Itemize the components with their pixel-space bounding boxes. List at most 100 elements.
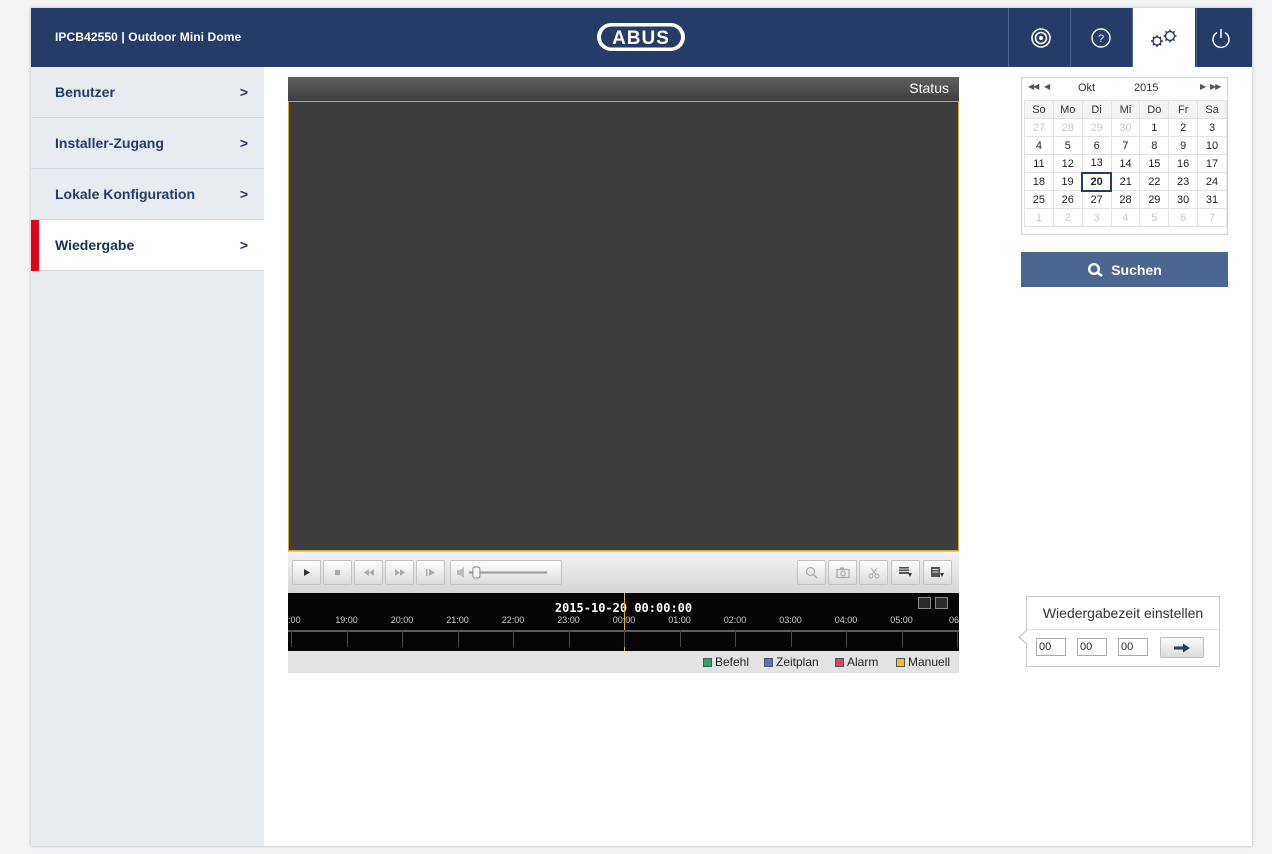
timeline-tick [624, 630, 625, 647]
stop-button[interactable] [323, 560, 352, 585]
app-window: IPCB42550 | Outdoor Mini Dome ABUS ? Ben… [31, 8, 1252, 846]
calendar-day[interactable]: 31 [1197, 190, 1227, 209]
clip-button[interactable] [859, 560, 888, 585]
calendar-grid: So Mo Di Mi Do Fr Sa 27 28 29 30 1 2 3 4 5 6 7 8 9 10… [1024, 100, 1227, 227]
timeline-tick [402, 630, 403, 647]
calendar-day[interactable]: 22 [1139, 172, 1170, 191]
calendar-day[interactable]: 8 [1139, 136, 1170, 155]
calendar-day[interactable]: 24 [1197, 172, 1227, 191]
calendar-day[interactable]: 5 [1052, 136, 1083, 155]
chevron-right-icon: > [239, 237, 248, 253]
calendar-day[interactable]: 27 [1081, 190, 1112, 209]
digital-zoom-button[interactable] [797, 560, 826, 585]
calendar-day[interactable]: 5 [1139, 208, 1170, 227]
legend-item-befehl: Befehl [703, 651, 749, 673]
calendar-year[interactable]: 2015 [1134, 82, 1158, 94]
play-button[interactable] [292, 560, 321, 585]
calendar-day[interactable]: 1 [1139, 118, 1170, 137]
volume-slider[interactable] [451, 561, 561, 584]
calendar-header: ◀◀ ◀ Okt 2015 ▶ ▶▶ [1022, 78, 1227, 98]
frame-step-button[interactable] [416, 560, 445, 585]
calendar-day[interactable]: 2 [1168, 118, 1199, 137]
rewind-icon [363, 569, 374, 576]
hour-field[interactable] [1036, 638, 1066, 656]
calendar-day[interactable]: 17 [1197, 154, 1227, 173]
arrow-right-icon [1174, 643, 1190, 652]
status-label: Status [909, 80, 949, 96]
sidebar-item-installer-zugang[interactable]: Installer-Zugang > [31, 118, 264, 169]
calendar-day[interactable]: 23 [1168, 172, 1199, 191]
logout-button[interactable] [1197, 8, 1245, 67]
calendar-day[interactable]: 30 [1168, 190, 1199, 209]
calendar-day[interactable]: 25 [1024, 190, 1054, 209]
calendar-day[interactable]: 7 [1197, 208, 1227, 227]
calendar-day[interactable]: 3 [1197, 118, 1227, 137]
snapshot-button[interactable] [828, 560, 857, 585]
calendar-day[interactable]: 1 [1024, 208, 1054, 227]
calendar-day[interactable]: 4 [1110, 208, 1141, 227]
timeline-zoom-out-button[interactable] [918, 597, 931, 609]
calendar-day[interactable]: 26 [1052, 190, 1083, 209]
calendar-day[interactable]: 9 [1168, 136, 1199, 155]
calendar-day[interactable]: 30 [1110, 118, 1141, 137]
timeline-tick-label: 01:00 [668, 615, 691, 625]
calendar-month[interactable]: Okt [1078, 82, 1095, 94]
calendar-day[interactable]: 4 [1024, 136, 1054, 155]
live-view-button[interactable] [1017, 8, 1065, 67]
calendar-day[interactable]: 20 [1081, 171, 1113, 192]
legend-item-alarm: Alarm [835, 651, 878, 673]
timeline-zoom-in-button[interactable] [935, 597, 948, 609]
calendar-day[interactable]: 6 [1168, 208, 1199, 227]
calendar-day[interactable]: 27 [1024, 118, 1054, 137]
calendar-day[interactable]: 10 [1197, 136, 1227, 155]
calendar-day[interactable]: 2 [1052, 208, 1083, 227]
calendar-day[interactable]: 7 [1110, 136, 1141, 155]
camera-icon [835, 567, 850, 578]
calendar-day[interactable]: 18 [1024, 172, 1054, 191]
download-button[interactable] [891, 560, 920, 585]
prev-year-icon[interactable]: ◀◀ [1028, 82, 1039, 91]
sidebar-item-lokale-konfiguration[interactable]: Lokale Konfiguration > [31, 169, 264, 220]
sidebar-item-wiedergabe[interactable]: Wiedergabe > [31, 220, 264, 271]
calendar-day[interactable]: 3 [1081, 208, 1112, 227]
frame-step-icon [426, 569, 435, 576]
timeline-tick [291, 630, 292, 647]
timeline[interactable]: 2015-10-20 00:00:00 :00 19:00 20:00 21:00 22… [288, 593, 959, 651]
calendar-day[interactable]: 21 [1110, 172, 1141, 191]
calendar-day[interactable]: 15 [1139, 154, 1170, 173]
next-month-icon[interactable]: ▶ [1200, 82, 1206, 91]
download-file-button[interactable] [923, 560, 952, 585]
calendar-day[interactable]: 16 [1168, 154, 1199, 173]
second-field[interactable] [1118, 638, 1148, 656]
calendar-day[interactable]: 11 [1024, 154, 1054, 173]
volume-control[interactable] [450, 560, 562, 585]
next-year-icon[interactable]: ▶▶ [1210, 82, 1221, 91]
go-button[interactable] [1160, 637, 1204, 658]
weekday-header: Fr [1168, 100, 1199, 119]
timeline-tick [735, 630, 736, 647]
calendar-day[interactable]: 29 [1139, 190, 1170, 209]
calendar-day[interactable]: 19 [1052, 172, 1083, 191]
prev-month-icon[interactable]: ◀ [1044, 82, 1050, 91]
calendar-day[interactable]: 12 [1052, 154, 1083, 173]
fast-forward-icon [394, 569, 405, 576]
calendar-day[interactable]: 14 [1110, 154, 1141, 173]
calendar-day[interactable]: 29 [1081, 118, 1112, 137]
calendar-day[interactable]: 28 [1052, 118, 1083, 137]
slow-button[interactable] [354, 560, 383, 585]
play-icon [304, 569, 310, 576]
legend-label: Manuell [908, 655, 951, 669]
sidebar-item-label: Installer-Zugang [55, 135, 164, 151]
video-display[interactable] [288, 101, 959, 551]
calendar-day[interactable]: 28 [1110, 190, 1141, 209]
settings-button[interactable] [1133, 8, 1195, 67]
help-button[interactable]: ? [1077, 8, 1125, 67]
minute-field[interactable] [1077, 638, 1107, 656]
timeline-tick-label: 02:00 [723, 615, 747, 625]
search-button[interactable]: Suchen [1021, 252, 1228, 287]
sidebar-item-benutzer[interactable]: Benutzer > [31, 67, 264, 118]
timeline-tick [346, 630, 348, 647]
calendar-day[interactable]: 13 [1081, 154, 1112, 173]
calendar-day[interactable]: 6 [1081, 136, 1112, 155]
fast-button[interactable] [385, 560, 414, 585]
